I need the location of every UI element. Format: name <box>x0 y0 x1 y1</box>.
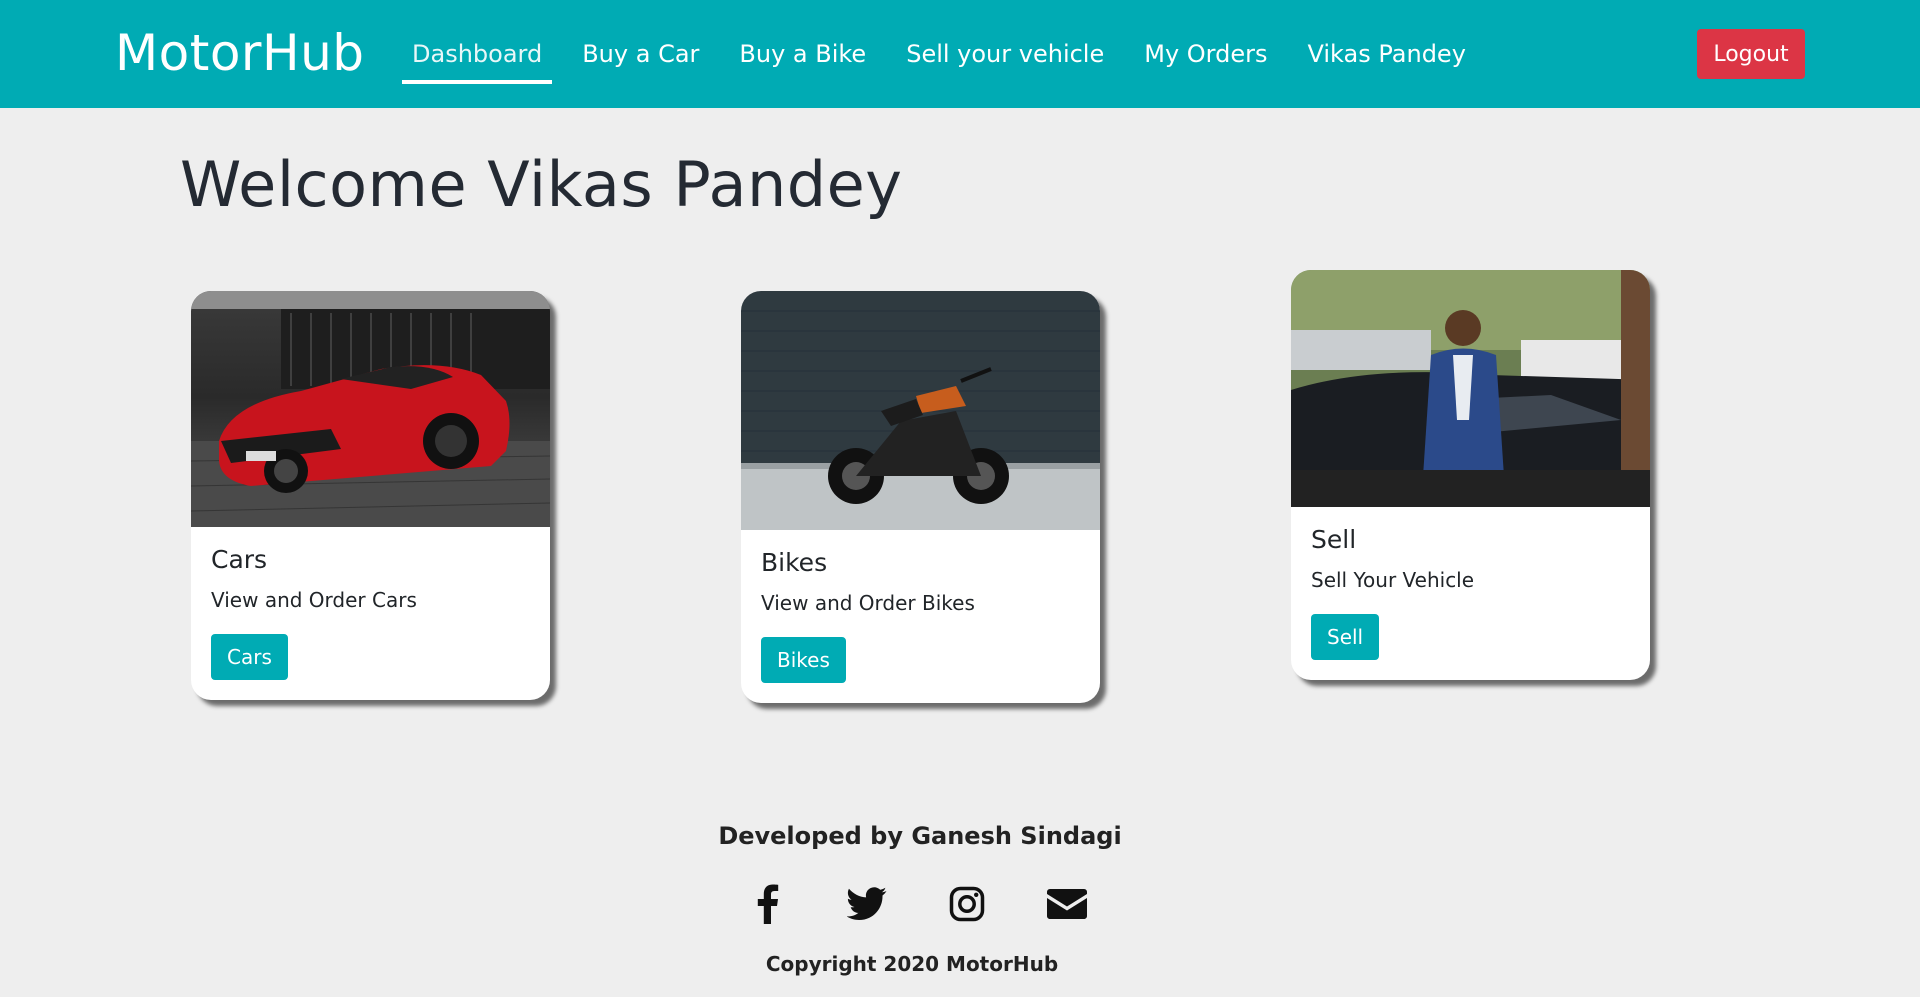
bikes-button[interactable]: Bikes <box>761 637 846 683</box>
brand-logo[interactable]: MotorHub <box>115 24 365 82</box>
envelope-icon[interactable] <box>1045 882 1089 926</box>
card-body: Sell Sell Your Vehicle Sell <box>1291 507 1650 680</box>
nav-link-sell-vehicle[interactable]: Sell your vehicle <box>896 0 1114 108</box>
social-links <box>745 882 1145 926</box>
logout-button[interactable]: Logout <box>1697 29 1805 79</box>
card-bikes: Bikes View and Order Bikes Bikes <box>741 291 1100 703</box>
card-sell: Sell Sell Your Vehicle Sell <box>1291 270 1650 680</box>
facebook-icon[interactable] <box>745 882 789 926</box>
card-title: Sell <box>1311 525 1357 554</box>
twitter-icon[interactable] <box>845 882 889 926</box>
sell-button[interactable]: Sell <box>1311 614 1380 660</box>
red-sports-car-photo <box>191 291 550 527</box>
cars-button[interactable]: Cars <box>211 634 288 680</box>
card-title: Bikes <box>761 548 828 577</box>
nav-link-buy-car[interactable]: Buy a Car <box>572 0 709 108</box>
navbar: MotorHub Dashboard Buy a Car Buy a Bike … <box>0 0 1920 108</box>
card-body: Cars View and Order Cars Cars <box>191 527 550 700</box>
man-beside-car-photo <box>1291 270 1650 507</box>
nav-links: Dashboard Buy a Car Buy a Bike Sell your… <box>402 0 1496 108</box>
nav-link-user-profile[interactable]: Vikas Pandey <box>1298 0 1476 108</box>
instagram-icon[interactable] <box>945 882 989 926</box>
card-cars: Cars View and Order Cars Cars <box>191 291 550 700</box>
sell-image <box>1291 270 1650 507</box>
card-text: Sell Your Vehicle <box>1311 568 1475 592</box>
developer-credit: Developed by Ganesh Sindagi <box>718 822 1122 850</box>
card-text: View and Order Bikes <box>761 591 975 615</box>
card-text: View and Order Cars <box>211 588 417 612</box>
nav-link-dashboard[interactable]: Dashboard <box>402 0 553 108</box>
nav-link-buy-bike[interactable]: Buy a Bike <box>729 0 876 108</box>
card-title: Cars <box>211 545 268 574</box>
nav-link-my-orders[interactable]: My Orders <box>1134 0 1277 108</box>
page-title: Welcome Vikas Pandey <box>180 148 903 221</box>
copyright: Copyright 2020 MotorHub <box>765 952 1059 976</box>
card-body: Bikes View and Order Bikes Bikes <box>741 530 1100 703</box>
car-image <box>191 291 550 527</box>
bike-image <box>741 291 1100 530</box>
motorcycle-photo <box>741 291 1100 530</box>
